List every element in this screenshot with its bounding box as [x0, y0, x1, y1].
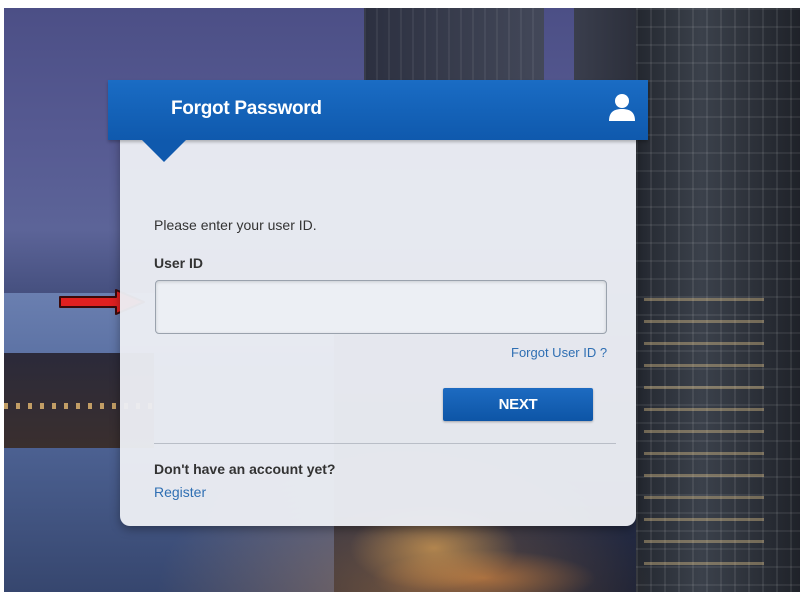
register-link[interactable]: Register	[154, 484, 206, 500]
forgot-user-id-link[interactable]: Forgot User ID ?	[511, 345, 607, 360]
instruction-text: Please enter your user ID.	[154, 217, 317, 233]
no-account-text: Don't have an account yet?	[154, 461, 336, 477]
divider	[154, 443, 616, 444]
user-id-input[interactable]	[155, 280, 607, 334]
user-id-label: User ID	[154, 255, 204, 271]
next-button[interactable]: NEXT	[443, 388, 593, 421]
page-title: Forgot Password	[171, 98, 322, 119]
user-icon	[608, 92, 636, 122]
background-window-lights	[644, 298, 764, 578]
header-pointer	[142, 140, 186, 162]
